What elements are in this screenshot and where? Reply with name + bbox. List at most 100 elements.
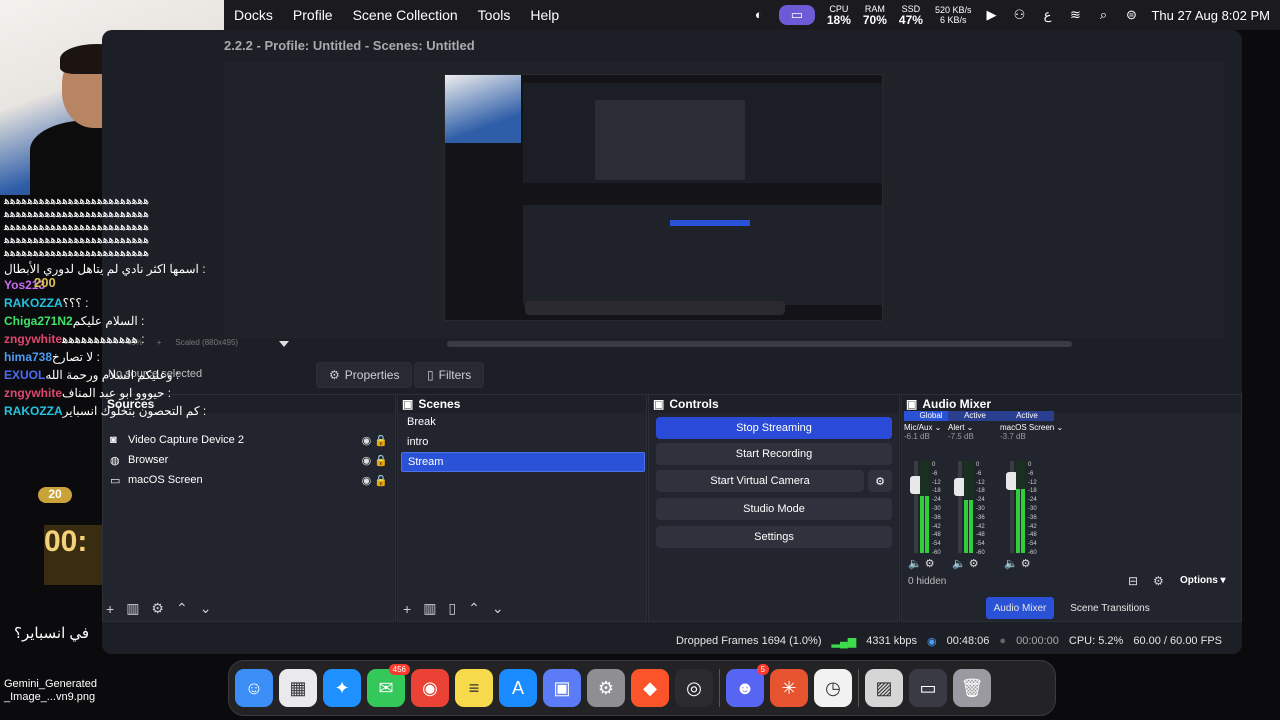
chat-text: : كم التحصون بتخلوك انسباير <box>62 404 207 418</box>
chrome-icon[interactable]: ◉ <box>411 669 449 707</box>
clock[interactable]: Thu 27 Aug 8:02 PM <box>1151 8 1270 23</box>
spam-line: ﻫﻫﻫﻫﻫﻫﻫﻫﻫﻫﻫﻫﻫﻫﻫﻫﻫﻫﻫﻫﻫﻫﻫﻫﻫ <box>4 195 150 207</box>
tab-scene-transitions[interactable]: Scene Transitions <box>1062 597 1158 619</box>
desktop-file-label[interactable]: Gemini_Generated _Image_...vn9.png <box>4 678 97 704</box>
appstore-icon[interactable]: A <box>499 669 537 707</box>
db-scale: 0 -6 -12 -18 -24 -30 -36 -42 -48 -54 -60 <box>1028 462 1037 556</box>
spam-line: ﻫﻫﻫﻫﻫﻫﻫﻫﻫﻫﻫﻫﻫﻫﻫﻫﻫﻫﻫﻫﻫﻫﻫﻫﻫ <box>4 221 150 233</box>
trash-icon[interactable]: 🗑 <box>953 669 991 707</box>
messages-icon[interactable]: ✉ 456 <box>367 664 410 707</box>
zoom-dropdown-icon[interactable] <box>279 341 289 347</box>
remove-scene-icon[interactable]: ▥ <box>423 600 436 617</box>
settings-button[interactable]: Settings <box>656 526 892 548</box>
notes-icon[interactable]: ≡ <box>455 669 493 707</box>
network-stat[interactable]: 520 KB/s 6 KB/s <box>935 5 972 25</box>
visibility-lock-icons[interactable]: ◉ 🔒 <box>362 454 388 467</box>
scenes-header: ▣ Scenes <box>398 395 646 413</box>
mute-icon[interactable]: 🔈 ⚙ <box>908 557 935 570</box>
search-icon[interactable]: ⌕ <box>1095 8 1111 22</box>
scene-item-stream[interactable]: Stream <box>401 452 645 472</box>
mute-icon[interactable]: 🔈 ⚙ <box>1004 557 1031 570</box>
cpu-stat[interactable]: CPU 18% <box>827 4 851 26</box>
stage-manager-icon[interactable]: ▭ <box>778 5 815 25</box>
obs-icon[interactable]: ◎ <box>675 669 713 707</box>
level-meter <box>920 461 924 553</box>
scene-down-icon[interactable]: ⌄ <box>492 600 504 617</box>
gallery-icon[interactable]: ▨ <box>865 669 903 707</box>
level-fill <box>920 495 924 553</box>
system-settings-icon[interactable]: ⚙ <box>587 669 625 707</box>
scene-item-intro[interactable]: intro <box>401 432 645 452</box>
menu-scene-collection[interactable]: Scene Collection <box>343 7 468 23</box>
wifi-icon[interactable]: ≋ <box>1067 8 1083 22</box>
filters-button[interactable]: ▯ Filters <box>414 362 485 388</box>
nested-dock <box>525 301 785 315</box>
launchpad-icon[interactable]: ▦ <box>279 669 317 707</box>
dropped-frames: Dropped Frames 1694 (1.0%) <box>675 635 822 647</box>
scene-item-break[interactable]: Break <box>401 412 645 432</box>
visibility-lock-icons[interactable]: ◉ 🔒 <box>362 434 388 447</box>
add-scene-icon[interactable]: + <box>403 601 411 617</box>
scene-filter-icon[interactable]: ▯ <box>448 600 456 617</box>
record-time: 00:00:00 <box>1016 635 1059 647</box>
visibility-lock-icons[interactable]: ◉ 🔒 <box>362 474 388 487</box>
control-icon[interactable]: ⚇ <box>1011 8 1027 22</box>
level-fill <box>964 499 968 553</box>
ssd-value: 47% <box>898 13 923 27</box>
properties-button[interactable]: ⚙ Properties <box>316 362 413 388</box>
channel-db: -3.7 dB <box>1000 432 1026 441</box>
discord-icon[interactable]: ☻ 5 <box>726 664 769 707</box>
channel-name[interactable]: macOS Screen ⌄ <box>1000 423 1063 432</box>
mixer-options[interactable]: Options ▾ <box>1180 575 1226 586</box>
nested-webcam <box>445 75 521 143</box>
mixer-settings-icon[interactable]: ⚙ <box>1153 574 1164 588</box>
gear-icon: ⚙ <box>329 368 340 382</box>
screenshot-icon[interactable]: ▭ <box>909 669 947 707</box>
brave-icon[interactable]: ◆ <box>631 669 669 707</box>
volume-slider[interactable] <box>910 461 922 553</box>
finder-icon[interactable]: ☺ <box>235 669 273 707</box>
window-title: 2.2.2 - Profile: Untitled - Scenes: Unti… <box>224 38 475 53</box>
chat-message: : لا تصارخhima738 <box>0 348 224 366</box>
channel-name[interactable]: Alert ⌄ <box>948 423 1002 432</box>
level-fill <box>1016 488 1020 553</box>
preview-icon[interactable]: ▣ <box>543 669 581 707</box>
start-virtual-camera-button[interactable]: Start Virtual Camera <box>656 470 864 492</box>
scene-up-icon[interactable]: ⌃ <box>468 600 480 617</box>
level-meter <box>969 461 973 553</box>
chat-overlay: ﻫﻫﻫﻫﻫﻫﻫﻫﻫﻫﻫﻫﻫﻫﻫﻫﻫﻫﻫﻫﻫﻫﻫﻫﻫ ﻫﻫﻫﻫﻫﻫﻫﻫﻫﻫﻫﻫﻫﻫ… <box>0 195 224 605</box>
preview-canvas[interactable] <box>444 74 883 321</box>
mute-icon[interactable]: 🔈 ⚙ <box>952 557 979 570</box>
keyboard-icon[interactable]: ع <box>1039 8 1055 22</box>
ram-stat[interactable]: RAM 70% <box>863 4 887 26</box>
mixer-layout-icon[interactable]: ⊟ <box>1128 574 1138 588</box>
menu-docks[interactable]: Docks <box>224 7 283 23</box>
menu-help[interactable]: Help <box>520 7 569 23</box>
chat-username: Chiga271N2 <box>4 314 73 328</box>
volume-slider[interactable] <box>954 461 966 553</box>
net-down: 6 KB/s <box>939 15 967 25</box>
preview-scrollbar[interactable] <box>447 341 1072 347</box>
menu-profile[interactable]: Profile <box>283 7 343 23</box>
virtual-camera-settings-icon[interactable]: ⚙ <box>868 470 892 492</box>
chat-text: : لا تصارخ <box>52 350 100 364</box>
clock-icon[interactable]: ◷ <box>814 669 852 707</box>
screen-record-icon[interactable]: ◐ <box>751 8 767 22</box>
menu-tools[interactable]: Tools <box>468 7 521 23</box>
claude-icon[interactable]: ✳ <box>770 669 808 707</box>
spam-line: ﻫﻫﻫﻫﻫﻫﻫﻫﻫﻫﻫﻫﻫﻫﻫﻫﻫﻫﻫﻫﻫﻫﻫﻫﻫ <box>4 234 150 246</box>
status-bar: Dropped Frames 1694 (1.0%) ▂▄▆ 4331 kbps… <box>102 630 1242 652</box>
tab-audio-mixer[interactable]: Audio Mixer <box>986 597 1054 619</box>
volume-slider[interactable] <box>1006 461 1018 553</box>
control-center-icon[interactable]: ⊜ <box>1123 8 1139 22</box>
chat-message: : كم التحصون بتخلوك انسبايرRAKOZZA <box>0 402 224 420</box>
play-icon[interactable]: ▶ <box>983 8 999 22</box>
fps: 60.00 / 60.00 FPS <box>1133 635 1222 647</box>
studio-mode-button[interactable]: Studio Mode <box>656 498 892 520</box>
safari-icon[interactable]: ✦ <box>323 669 361 707</box>
notification-badge: 456 <box>388 664 410 675</box>
ssd-stat[interactable]: SSD 47% <box>899 4 923 26</box>
level-meter <box>964 461 968 553</box>
stop-streaming-button[interactable]: Stop Streaming <box>656 417 892 439</box>
start-recording-button[interactable]: Start Recording <box>656 443 892 465</box>
